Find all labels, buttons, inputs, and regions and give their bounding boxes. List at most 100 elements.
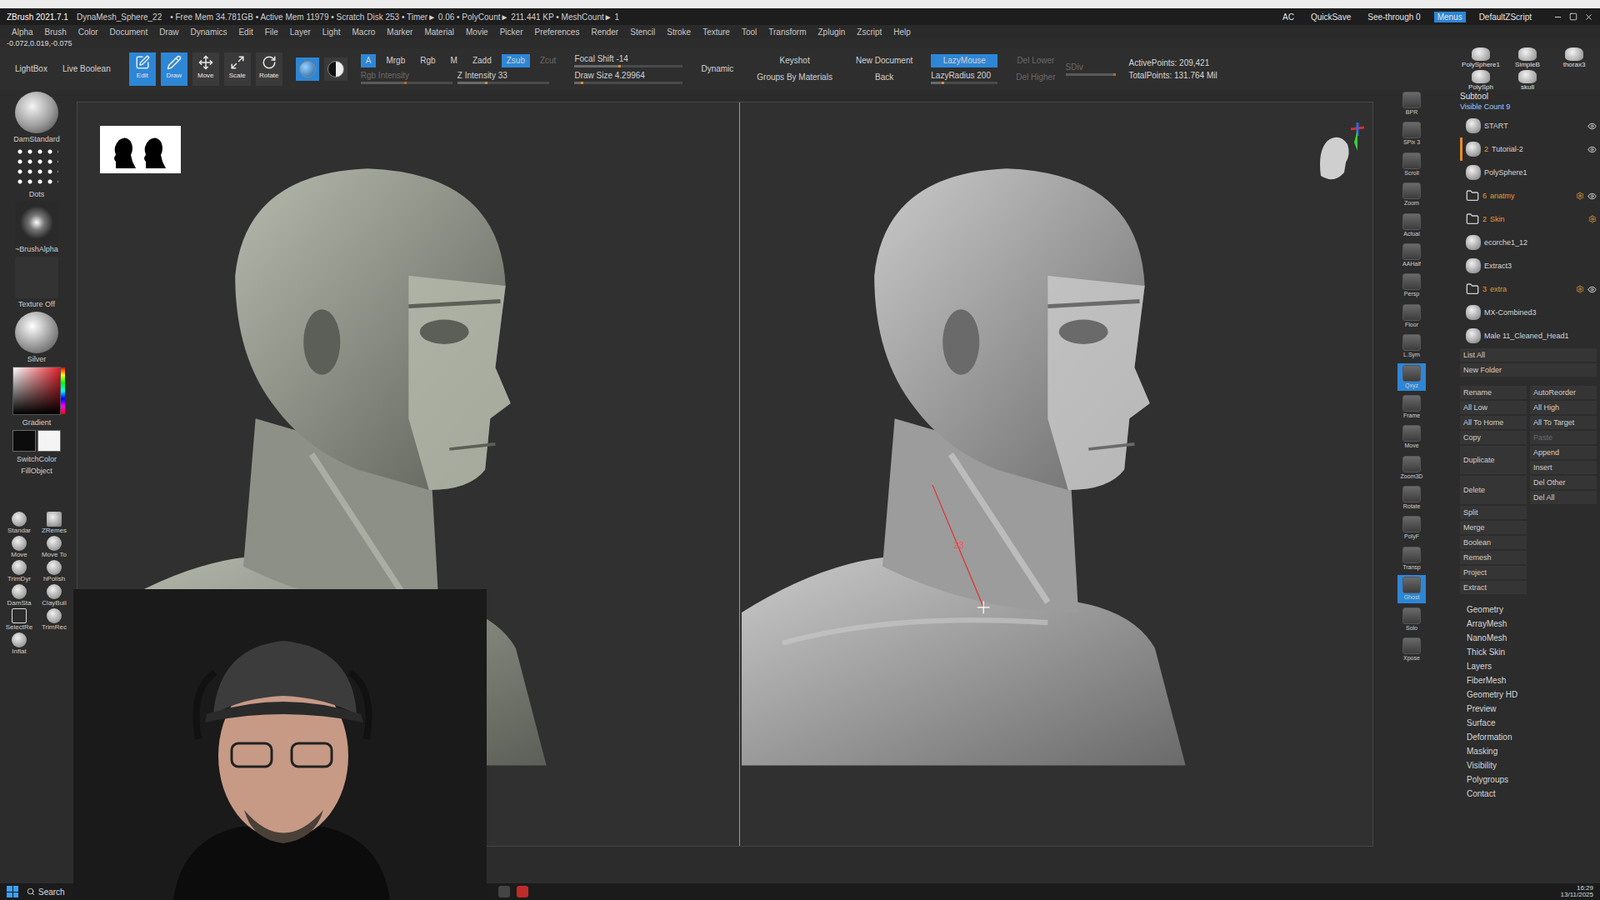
fill-object-button[interactable]: FillObject	[20, 466, 53, 475]
menu-item[interactable]: Light	[322, 27, 341, 37]
list-button[interactable]: New Folder	[1460, 363, 1597, 377]
section-item[interactable]: Thick Skin	[1460, 645, 1597, 660]
subtool-row[interactable]: MX-Combined3	[1460, 300, 1597, 325]
navigation-gizmo[interactable]	[1309, 117, 1368, 190]
subtool-row[interactable]: Male 11_Cleaned_Head1	[1460, 324, 1597, 348]
left-shelf-item[interactable]: ~BrushAlpha	[15, 201, 59, 254]
subtool-row[interactable]: Extract3	[1460, 254, 1597, 278]
menu-item[interactable]: Stencil	[630, 27, 655, 37]
tool-thumbnail[interactable]: skull	[1506, 70, 1549, 91]
tool-thumbnail[interactable]: PolySphere1	[1460, 47, 1502, 69]
section-item[interactable]: Layers	[1460, 659, 1597, 674]
view-button[interactable]: BPR	[1397, 90, 1426, 118]
mode-button[interactable]	[324, 57, 348, 81]
view-button[interactable]: Floor	[1397, 302, 1426, 330]
section-item[interactable]: Surface	[1460, 715, 1597, 730]
folder-gear-icon[interactable]	[1575, 285, 1585, 294]
view-button[interactable]: L.Sym	[1397, 332, 1426, 360]
subtool-button[interactable]: Copy	[1460, 430, 1527, 445]
main-color-swatch[interactable]	[37, 430, 61, 452]
channel-button[interactable]: Zsub	[501, 54, 530, 68]
slider-track[interactable]	[574, 65, 683, 68]
slider-track[interactable]	[360, 81, 453, 85]
view-button[interactable]: Zoom3D	[1397, 454, 1426, 482]
menu-item[interactable]: Tool	[741, 27, 757, 37]
tool-thumbnail[interactable]: PolySph	[1460, 70, 1502, 91]
subdiv-button[interactable]: Del Lower	[1010, 54, 1060, 68]
menu-item[interactable]: Dynamics	[190, 27, 228, 37]
subtool-row[interactable]: START	[1460, 114, 1597, 138]
left-shelf-item[interactable]: Dots	[15, 146, 59, 199]
switch-color-button[interactable]: SwitchColor	[16, 455, 57, 464]
title-button[interactable]: QuickSave	[1307, 11, 1355, 23]
left-shelf-item[interactable]: Texture Off	[15, 256, 59, 309]
slider-track[interactable]	[574, 81, 683, 85]
view-button[interactable]: Move	[1397, 423, 1426, 451]
menu-item[interactable]: Stroke	[666, 27, 691, 37]
view-button[interactable]: Transp	[1397, 545, 1426, 573]
title-button[interactable]: Menus	[1434, 11, 1466, 23]
slider[interactable]: LazyRadius 200	[930, 70, 998, 85]
color-picker[interactable]	[12, 366, 61, 415]
section-item[interactable]: ArrayMesh	[1460, 616, 1597, 631]
subtool-button[interactable]: All To Target	[1530, 415, 1597, 430]
app-icon[interactable]	[498, 885, 510, 898]
slider-track[interactable]	[1065, 73, 1116, 76]
menu-item[interactable]: Marker	[386, 27, 413, 37]
view-button[interactable]: PolyF	[1397, 514, 1426, 542]
section-item[interactable]: FiberMesh	[1460, 673, 1597, 688]
toggle-button[interactable]: LightBox	[10, 62, 53, 76]
title-button[interactable]: DefaultZScript	[1475, 11, 1535, 23]
section-item[interactable]: NanoMesh	[1460, 630, 1597, 645]
menu-item[interactable]: Layer	[290, 27, 311, 37]
brush-button[interactable]: TrimRec	[37, 608, 71, 631]
brush-button[interactable]: SelectRe	[2, 608, 36, 631]
section-item[interactable]: Masking	[1460, 744, 1597, 759]
view-button[interactable]: Solo	[1397, 605, 1426, 634]
slider-track[interactable]	[930, 81, 998, 85]
subtool-row[interactable]: 2Tutorial-2	[1460, 137, 1597, 161]
subtool-button[interactable]: All To Home	[1460, 415, 1527, 430]
taskbar-search[interactable]: Search	[25, 885, 75, 899]
subtool-button[interactable]: Boolean	[1460, 535, 1527, 550]
channel-button[interactable]: Rgb	[415, 54, 440, 68]
menu-item[interactable]: Render	[590, 27, 619, 37]
left-shelf-item[interactable]: Silver	[15, 311, 59, 364]
section-item[interactable]: Geometry HD	[1460, 687, 1597, 702]
view-button[interactable]: Actual	[1397, 211, 1426, 240]
minimize-icon[interactable]	[1553, 12, 1563, 22]
subtool-button[interactable]: Delete	[1460, 475, 1527, 505]
slider-track[interactable]	[457, 81, 550, 85]
tool-thumbnail[interactable]: SimpleB	[1506, 47, 1549, 69]
subtool-button[interactable]: Extract	[1460, 580, 1527, 595]
subtool-button[interactable]: AutoReorder	[1530, 385, 1597, 400]
menu-item[interactable]: Draw	[159, 27, 179, 37]
toggle-button[interactable]: Live Boolean	[57, 62, 116, 76]
visibility-eye-icon[interactable]	[1587, 121, 1597, 131]
menu-item[interactable]: Movie	[465, 27, 489, 37]
brush-button[interactable]: Inflat	[2, 632, 36, 655]
menu-item[interactable]: Zplugin	[818, 27, 846, 37]
title-button[interactable]: See-through 0	[1364, 11, 1424, 23]
subtool-button[interactable]: All High	[1530, 400, 1597, 415]
subdiv-button[interactable]: Del Higher	[1010, 70, 1060, 85]
channel-button[interactable]: Zcut	[535, 54, 561, 68]
brush-button[interactable]: ClayBuil	[37, 584, 71, 607]
subtool-button[interactable]: Project	[1460, 565, 1527, 580]
channel-button[interactable]: M	[445, 54, 463, 68]
menu-item[interactable]: Macro	[352, 27, 376, 37]
brush-button[interactable]: Standar	[2, 511, 36, 535]
subtool-button[interactable]: Split	[1460, 505, 1527, 520]
subtool-button[interactable]: Del All	[1530, 490, 1597, 505]
model-head-render[interactable]: 23	[741, 163, 1201, 776]
document-button[interactable]: New Document	[850, 54, 918, 68]
menu-item[interactable]: Zscript	[856, 27, 882, 37]
subtool-folder[interactable]: 3extra	[1460, 277, 1597, 301]
app-icon[interactable]	[516, 885, 529, 898]
menu-item[interactable]: Picker	[500, 27, 524, 37]
menu-item[interactable]: Edit	[238, 27, 253, 37]
taskbar-clock[interactable]: 16:2913/11/2025	[1560, 885, 1594, 900]
section-item[interactable]: Visibility	[1460, 758, 1597, 773]
section-item[interactable]: Contact	[1460, 786, 1597, 801]
slider[interactable]: SDiv	[1065, 62, 1116, 76]
